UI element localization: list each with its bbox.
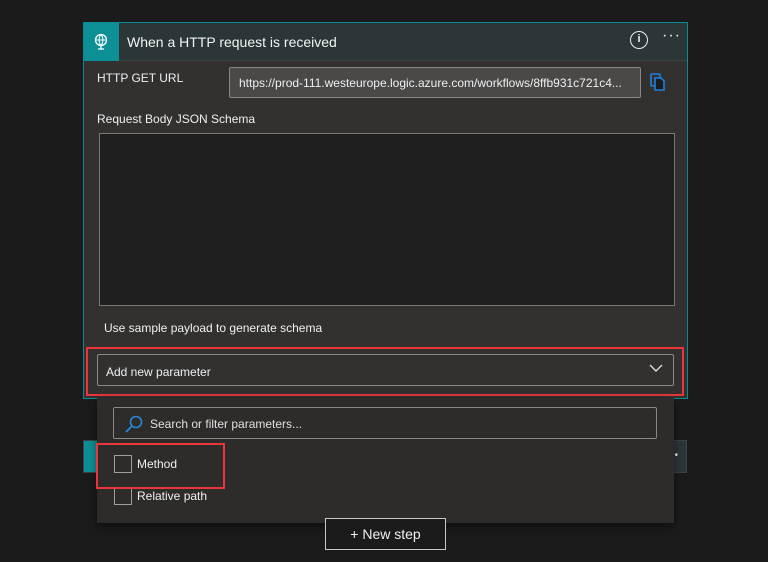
url-label: HTTP GET URL xyxy=(97,71,184,85)
new-step-button[interactable]: + New step xyxy=(325,518,446,550)
highlight-box xyxy=(96,443,225,489)
more-options-icon[interactable]: ··· xyxy=(662,27,681,45)
relative-path-checkbox[interactable] xyxy=(114,487,132,505)
option-relative-path[interactable]: Relative path xyxy=(114,487,207,505)
schema-label: Request Body JSON Schema xyxy=(97,112,256,126)
schema-editor[interactable] xyxy=(99,133,675,306)
search-placeholder: Search or filter parameters... xyxy=(150,417,303,431)
http-get-url-field[interactable]: https://prod-111.westeurope.logic.azure.… xyxy=(229,67,641,98)
more-options-icon[interactable]: • xyxy=(674,450,678,461)
option-label: Relative path xyxy=(137,489,208,503)
search-input[interactable]: Search or filter parameters... xyxy=(113,407,657,439)
info-icon[interactable]: i xyxy=(630,31,648,49)
globe-request-icon xyxy=(84,23,119,61)
add-new-parameter-dropdown[interactable]: Add new parameter xyxy=(97,354,674,386)
card-title: When a HTTP request is received xyxy=(127,34,337,50)
copy-icon[interactable] xyxy=(650,73,666,96)
card-header[interactable]: When a HTTP request is received i ··· xyxy=(84,23,687,61)
chevron-down-icon xyxy=(649,364,663,372)
use-sample-payload-link[interactable]: Use sample payload to generate schema xyxy=(104,321,322,335)
dropdown-label: Add new parameter xyxy=(106,365,211,379)
search-icon xyxy=(125,415,143,433)
trigger-card: When a HTTP request is received i ··· HT… xyxy=(83,22,688,399)
